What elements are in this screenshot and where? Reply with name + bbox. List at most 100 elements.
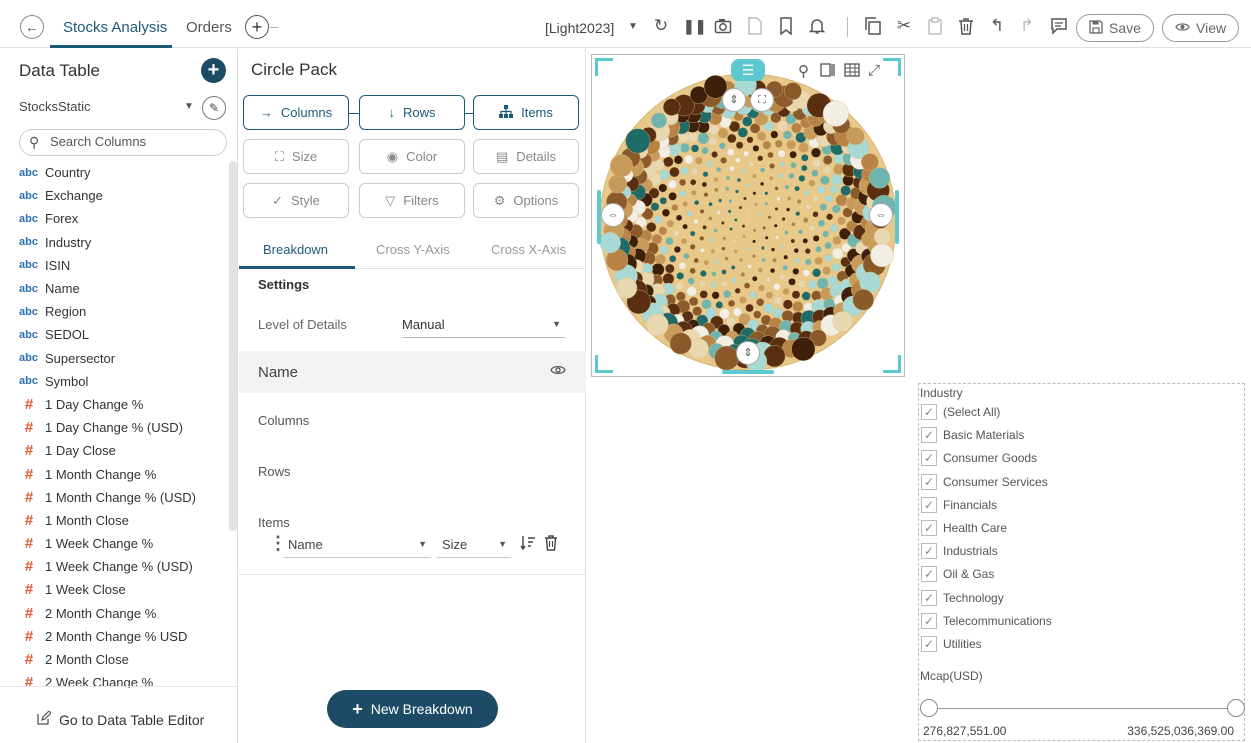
industry-filter-option[interactable]: ✓ Utilities (921, 634, 982, 654)
pack-circle[interactable] (791, 337, 816, 362)
add-tab-button[interactable]: + (245, 15, 269, 39)
pack-circle[interactable] (790, 162, 797, 169)
pack-circle[interactable] (702, 225, 707, 230)
pack-circle[interactable] (654, 253, 666, 265)
pack-circle[interactable] (731, 277, 738, 284)
pack-circle[interactable] (625, 128, 651, 154)
pack-circle[interactable] (711, 151, 719, 158)
pack-circle[interactable] (680, 238, 688, 245)
column-item[interactable]: #1 Week Close (19, 578, 229, 601)
column-item[interactable]: abc SEDOL (19, 323, 229, 346)
pack-circle[interactable] (721, 280, 728, 287)
pack-circle[interactable] (773, 283, 781, 291)
checkbox-checked-icon[interactable]: ✓ (921, 589, 937, 606)
pack-circle[interactable] (717, 127, 729, 139)
circle-pack-chart[interactable] (592, 55, 905, 377)
sort-order-icon[interactable] (520, 535, 536, 555)
pack-circle[interactable] (815, 246, 822, 253)
column-item[interactable]: abc Exchange (19, 184, 229, 207)
pack-circle[interactable] (789, 150, 797, 159)
pack-circle[interactable] (772, 307, 783, 319)
checkbox-checked-icon[interactable]: ✓ (921, 450, 937, 467)
pack-circle[interactable] (779, 274, 786, 281)
pack-circle[interactable] (746, 211, 751, 216)
pack-circle[interactable] (830, 224, 839, 233)
pack-circle[interactable] (788, 172, 795, 179)
pack-circle[interactable] (801, 291, 811, 301)
industry-filter-option[interactable]: ✓ Health Care (921, 518, 1007, 538)
pack-circle[interactable] (659, 196, 668, 205)
pack-circle[interactable] (725, 186, 730, 191)
duplicate-icon[interactable] (864, 17, 882, 35)
pack-circle[interactable] (767, 151, 774, 159)
pack-circle[interactable] (768, 176, 774, 181)
checkbox-checked-icon[interactable]: ✓ (921, 636, 937, 652)
pack-circle[interactable] (729, 227, 733, 231)
pack-circle[interactable] (835, 194, 848, 207)
column-item[interactable]: #1 Day Close (19, 439, 229, 462)
pack-circle[interactable] (748, 160, 755, 167)
pack-circle[interactable] (760, 181, 765, 186)
mcap-min-knob[interactable] (920, 699, 938, 717)
pack-circle[interactable] (662, 98, 681, 116)
pack-circle[interactable] (727, 133, 737, 144)
pack-circle[interactable] (794, 258, 800, 264)
pack-circle[interactable] (783, 82, 802, 101)
pack-circle[interactable] (786, 207, 791, 212)
trash-icon[interactable] (544, 535, 558, 555)
pack-circle[interactable] (650, 202, 660, 212)
pack-circle[interactable] (812, 195, 819, 203)
pack-circle[interactable] (691, 167, 699, 175)
pack-circle[interactable] (792, 267, 800, 275)
pack-circle[interactable] (831, 204, 841, 214)
checkbox-checked-icon[interactable]: ✓ (921, 427, 937, 444)
resize-corner[interactable] (595, 58, 613, 76)
pack-circle[interactable] (699, 270, 707, 277)
data-source-select[interactable]: StocksStatic (19, 99, 91, 114)
pack-circle[interactable] (774, 206, 779, 211)
pack-circle[interactable] (804, 203, 812, 210)
pack-circle[interactable] (762, 140, 772, 150)
industry-filter-option[interactable]: ✓ Basic Materials (921, 425, 1024, 445)
pack-circle[interactable] (760, 245, 765, 250)
pack-circle[interactable] (720, 221, 725, 225)
pack-circle[interactable] (822, 266, 831, 275)
pack-circle[interactable] (822, 155, 833, 165)
pack-circle[interactable] (773, 223, 778, 228)
pack-circle[interactable] (784, 230, 789, 235)
pack-circle[interactable] (738, 205, 743, 210)
bookmark-icon[interactable] (777, 17, 795, 36)
checkbox-checked-icon[interactable]: ✓ (921, 520, 937, 536)
pack-circle[interactable] (662, 272, 675, 285)
level-of-details-select[interactable]: Manual ▼ (402, 311, 565, 338)
pack-circle[interactable] (726, 148, 735, 156)
pack-circle[interactable] (840, 185, 851, 196)
pack-circle[interactable] (735, 141, 744, 149)
pack-circle[interactable] (703, 259, 710, 266)
comment-icon[interactable] (1050, 17, 1068, 35)
industry-filter-option[interactable]: ✓ (Select All) (921, 402, 1000, 422)
column-item[interactable]: #1 Month Change % (USD) (19, 486, 229, 509)
pack-circle[interactable] (756, 131, 767, 141)
add-column-button[interactable]: + (201, 58, 226, 83)
tab-breakdown[interactable]: Breakdown (263, 242, 328, 257)
pack-circle[interactable] (688, 296, 699, 307)
pack-circle[interactable] (753, 310, 762, 319)
pack-circle[interactable] (734, 287, 741, 294)
pack-circle[interactable] (752, 239, 757, 244)
pack-circle[interactable] (693, 257, 699, 264)
pack-circle[interactable] (778, 173, 784, 179)
pack-circle[interactable] (673, 155, 684, 165)
industry-filter-option[interactable]: ✓ Financials (921, 495, 997, 515)
column-item[interactable]: #1 Month Change % (19, 462, 229, 485)
pack-circle[interactable] (741, 224, 746, 228)
pack-circle[interactable] (796, 199, 802, 204)
style-button[interactable]: ✓ Style (243, 183, 349, 218)
industry-filter-option[interactable]: ✓ Telecommunications (921, 611, 1052, 631)
pack-circle[interactable] (784, 184, 790, 190)
tab-stocks-analysis[interactable]: Stocks Analysis (63, 19, 167, 36)
resize-corner[interactable] (595, 355, 613, 373)
circle-pack-visualization[interactable]: ☰ ⚲ ⤢ ⇕ ⛶ ⇔ ⇔ ⇕ (591, 54, 905, 377)
industry-filter-option[interactable]: ✓ Industrials (921, 541, 998, 561)
pack-circle[interactable] (651, 263, 665, 277)
